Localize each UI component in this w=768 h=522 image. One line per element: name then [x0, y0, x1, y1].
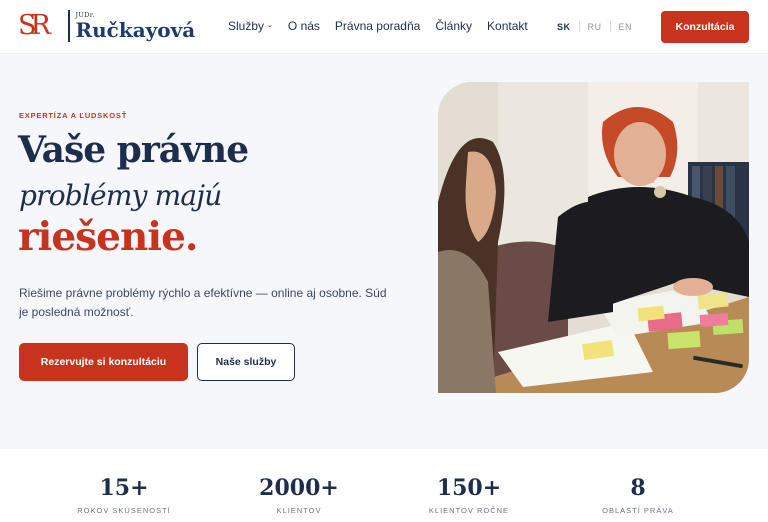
language-switcher: SK RU EN — [557, 21, 632, 32]
hero-headline-line1: Vaše právne — [18, 129, 249, 171]
stat-label: ROKOV SKÚSENOSTÍ — [77, 506, 171, 515]
lang-sk[interactable]: SK — [557, 22, 571, 32]
stat-practice-areas: 8 OBLASTÍ PRÁVA — [563, 475, 713, 515]
lang-divider — [609, 21, 611, 32]
stats-bar: 15+ ROKOV SKÚSENOSTÍ 2000+ KLIENTOV 150+… — [0, 449, 768, 522]
hero-photo — [438, 82, 749, 393]
site-header: SR JUDr. Ručkayová Služby ⌄ O nás Právna… — [0, 0, 768, 54]
lang-ru[interactable]: RU — [588, 22, 602, 32]
stat-clients-yearly: 150+ KLIENTOV ROČNE — [394, 475, 544, 515]
nav-item-articles[interactable]: Články — [435, 19, 472, 33]
nav-item-about[interactable]: O nás — [288, 19, 320, 33]
main-nav: Služby ⌄ O nás Právna poradňa Články Kon… — [228, 19, 528, 33]
logo-text: JUDr. Ručkayová — [76, 11, 196, 41]
stat-clients: 2000+ KLIENTOV — [224, 475, 374, 515]
nav-item-label: Články — [435, 19, 473, 33]
logo-divider — [68, 10, 70, 42]
hero-eyebrow: EXPERTÍZA A ĽUDSKOSŤ — [19, 111, 128, 120]
nav-item-contact[interactable]: Kontakt — [487, 19, 528, 33]
stat-years: 15+ ROKOV SKÚSENOSTÍ — [49, 475, 199, 515]
book-consultation-button[interactable]: Rezervujte si konzultáciu — [19, 343, 188, 381]
logo-name: Ručkayová — [75, 18, 196, 42]
hero-lead: Riešime právne problémy rýchlo a efektív… — [19, 286, 387, 319]
nav-item-services[interactable]: Služby ⌄ — [228, 19, 273, 33]
nav-item-legal-advice[interactable]: Právna poradňa — [335, 19, 420, 33]
stat-value: 15+ — [99, 475, 149, 501]
consultation-button[interactable]: Konzultácia — [661, 11, 749, 43]
lang-en[interactable]: EN — [619, 22, 633, 32]
stat-label: KLIENTOV — [276, 506, 322, 515]
lang-divider — [578, 21, 580, 32]
hero-headline-line3: riešenie. — [18, 214, 199, 260]
stat-label: OBLASTÍ PRÁVA — [602, 506, 674, 515]
consultation-photo-illustration — [438, 82, 749, 393]
stat-value: 150+ — [436, 475, 502, 501]
stat-label: KLIENTOV ROČNE — [428, 506, 510, 515]
logo-monogram: SR — [18, 10, 51, 41]
our-services-button[interactable]: Naše služby — [197, 343, 295, 381]
nav-item-label: Kontakt — [487, 19, 528, 33]
hero-headline-line2: problémy majú — [19, 179, 222, 212]
chevron-down-icon: ⌄ — [267, 22, 273, 29]
stat-value: 2000+ — [259, 475, 339, 501]
stat-value: 8 — [630, 475, 646, 501]
nav-item-label: Právna poradňa — [334, 19, 421, 33]
nav-item-label: O nás — [287, 19, 320, 33]
nav-item-label: Služby — [228, 19, 265, 33]
logo[interactable]: SR JUDr. Ručkayová — [18, 9, 195, 43]
